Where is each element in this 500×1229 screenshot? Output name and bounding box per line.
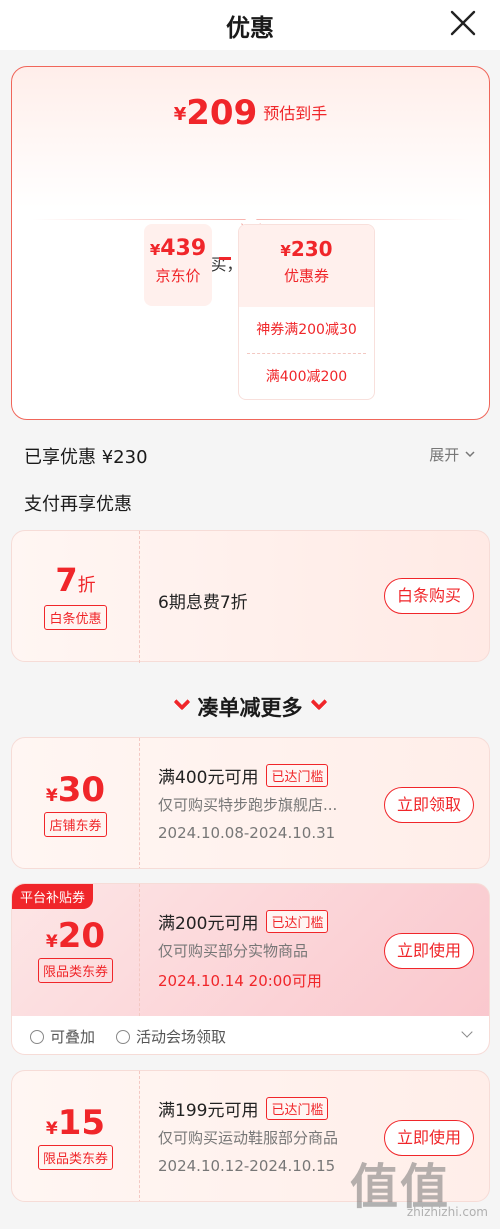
chevron-down-icon bbox=[310, 693, 327, 711]
coupon-total-box: ¥230 优惠券 神券满200减30 满400减200 bbox=[238, 224, 375, 400]
enjoyed-discount: 已享优惠 ¥230 bbox=[24, 447, 148, 468]
coupon-total-value: 230 bbox=[290, 237, 333, 261]
source-label: 活动会场领取 bbox=[136, 1028, 227, 1046]
currency-symbol: ¥ bbox=[173, 104, 187, 125]
coupon-condition-text: 满200元可用 bbox=[158, 914, 259, 934]
currency-symbol: ¥ bbox=[45, 932, 58, 952]
coupon-card-platform: ¥20 限品类东券 平台补贴券 满200元可用 已达门槛 仅可购买部分实物商品 2… bbox=[11, 883, 490, 1055]
coupon-condition: 满199元可用 已达门槛 bbox=[158, 1096, 329, 1121]
stack-icon bbox=[30, 1030, 44, 1044]
coupon-card-store: ¥30 店铺东券 满400元可用 已达门槛 仅可购买特步跑步旗舰店... 2024… bbox=[11, 737, 490, 869]
coupon-type-tag: 限品类东券 bbox=[37, 958, 113, 983]
coupon-type-tag: 限品类东券 bbox=[37, 1145, 113, 1170]
threshold-badge: 已达门槛 bbox=[266, 764, 329, 787]
baitiao-card: 7折 白条优惠 6期息费7折 白条购买 bbox=[11, 530, 490, 663]
chevron-down-icon bbox=[173, 693, 190, 711]
coupon-amount: 15 bbox=[57, 1103, 106, 1143]
jd-price-box: ¥439 京东价 bbox=[144, 224, 212, 306]
coupon-date: 2024.10.14 20:00可用 bbox=[158, 972, 322, 990]
expand-label: 展开 bbox=[429, 446, 460, 464]
currency-symbol: ¥ bbox=[45, 786, 58, 806]
page-title: 优惠 bbox=[226, 14, 274, 42]
coupon-date: 2024.10.08-2024.10.31 bbox=[158, 824, 336, 842]
coupon-scope: 仅可购买特步跑步旗舰店... bbox=[158, 796, 338, 814]
coupon-date: 2024.10.12-2024.10.15 bbox=[158, 1157, 336, 1175]
estimated-price: ¥209 预估到手 bbox=[12, 93, 489, 133]
more-title-label: 凑单减更多 bbox=[197, 696, 303, 720]
chevron-down-icon[interactable] bbox=[461, 1026, 473, 1038]
coupon-condition-text: 满199元可用 bbox=[158, 1101, 259, 1121]
discount-value: 7 bbox=[55, 561, 78, 599]
pay-section-title: 支付再享优惠 bbox=[24, 494, 132, 515]
watermark: 值值值 bbox=[350, 1159, 451, 1215]
coupon-scope: 仅可购买部分实物商品 bbox=[158, 942, 309, 960]
source-info: 活动会场领取 bbox=[116, 1026, 226, 1047]
stackable-label: 可叠加 bbox=[50, 1028, 96, 1046]
coupon-footer: 可叠加 活动会场领取 bbox=[12, 1016, 489, 1054]
coupon-item: 满400减200 bbox=[265, 369, 348, 385]
baitiao-buy-button[interactable]: 白条购买 bbox=[384, 578, 475, 614]
watermark-url: zhizhizhi.com bbox=[406, 1205, 488, 1219]
minus-sign bbox=[219, 257, 231, 260]
expand-button[interactable]: 展开 bbox=[429, 444, 476, 465]
installment-desc: 6期息费7折 bbox=[158, 593, 248, 613]
coupon-item: 神券满200减30 bbox=[256, 322, 357, 338]
coupon-condition-text: 满400元可用 bbox=[158, 768, 259, 788]
estimated-price-value: 209 bbox=[186, 93, 258, 133]
coupon-amount: 20 bbox=[57, 916, 106, 956]
baitiao-tag: 白条优惠 bbox=[44, 605, 107, 630]
currency-symbol: ¥ bbox=[280, 242, 291, 260]
header: 优惠 bbox=[0, 0, 500, 50]
coupon-amount: 30 bbox=[57, 770, 106, 810]
estimated-price-label: 预估到手 bbox=[263, 104, 328, 123]
coupon-scope: 仅可购买运动鞋服部分商品 bbox=[158, 1129, 339, 1147]
jd-price-value: 439 bbox=[160, 236, 207, 261]
coupon-condition: 满200元可用 已达门槛 bbox=[158, 909, 329, 934]
more-section-title: 凑单减更多 bbox=[0, 692, 500, 722]
threshold-badge: 已达门槛 bbox=[266, 1097, 329, 1120]
platform-subsidy-ribbon: 平台补贴券 bbox=[12, 884, 94, 909]
coupon-condition: 满400元可用 已达门槛 bbox=[158, 763, 329, 788]
jd-price-label: 京东价 bbox=[155, 267, 201, 285]
currency-symbol: ¥ bbox=[149, 241, 161, 259]
price-summary-card: ¥209预估到手 现在购买，享受以下优惠 ¥439 京东价 ¥230 优惠券 神… bbox=[11, 66, 490, 420]
discount-unit: 折 bbox=[77, 575, 96, 596]
claim-button[interactable]: 立即领取 bbox=[384, 787, 475, 823]
coupon-total-label: 优惠券 bbox=[283, 267, 329, 285]
stackable-info: 可叠加 bbox=[30, 1026, 95, 1047]
threshold-badge: 已达门槛 bbox=[266, 910, 329, 933]
venue-icon bbox=[116, 1030, 130, 1044]
close-icon[interactable] bbox=[448, 8, 478, 38]
use-button[interactable]: 立即使用 bbox=[384, 933, 475, 969]
coupon-type-tag: 店铺东券 bbox=[44, 812, 107, 837]
chevron-down-icon bbox=[465, 451, 475, 458]
currency-symbol: ¥ bbox=[45, 1119, 58, 1139]
